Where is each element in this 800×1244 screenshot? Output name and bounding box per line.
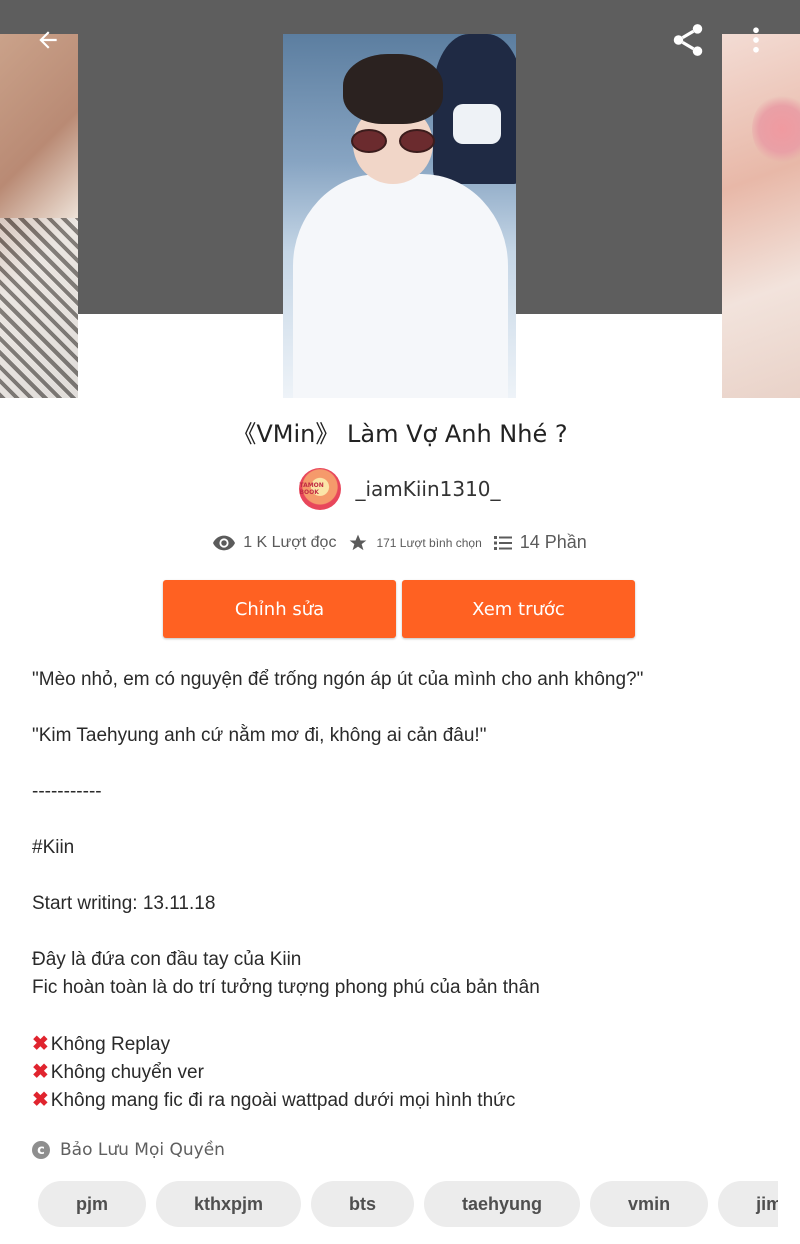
parts-count: 14 Phần (519, 532, 587, 552)
rule-text: Không Replay (50, 1034, 171, 1055)
tag-chip[interactable]: taehyung (424, 1181, 581, 1227)
eye-icon (213, 535, 236, 550)
tag-list: pjmkthxpjmbtstaehyungvminjimin (38, 1181, 778, 1227)
avatar-text: TAMON BOOK (299, 482, 324, 496)
story-cover-image[interactable] (283, 34, 516, 398)
rule-item: ✖ Không Replay (32, 1030, 772, 1058)
more-options-button[interactable] (740, 20, 772, 60)
cover-figure-mask (453, 104, 501, 144)
list-icon (493, 535, 512, 550)
more-vertical-icon (753, 27, 759, 53)
rule-text: Không mang fic đi ra ngoài wattpad dưới … (50, 1090, 516, 1111)
description-line: #Kiin (32, 837, 75, 858)
description-line: ----------- (32, 781, 102, 802)
tag-chip[interactable]: vmin (590, 1181, 709, 1227)
description-line: Fic hoàn toàn là do trí tưởng tượng phon… (32, 977, 540, 998)
preview-button[interactable]: Xem trước (402, 580, 635, 638)
description-line: Start writing: 13.11.18 (32, 893, 216, 914)
description-line: Đây là đứa con đầu tay của Kiin (32, 949, 302, 970)
cover-image-detail (752, 94, 800, 164)
cross-mark-icon: ✖ (32, 1089, 49, 1111)
description-line: "Kim Taehyung anh cứ nằm mơ đi, không ai… (32, 725, 487, 746)
cover-figure-glasses (351, 129, 437, 153)
tag-chip[interactable]: jimin (718, 1181, 778, 1227)
next-story-cover[interactable] (722, 34, 800, 398)
tag-chip[interactable]: bts (311, 1181, 415, 1227)
copyright-notice: c Bảo Lưu Mọi Quyền (32, 1140, 225, 1160)
author-name[interactable]: _iamKiin1310_ (355, 477, 500, 501)
rule-item: ✖ Không chuyển ver (32, 1058, 772, 1086)
reads-stat: 1 K Lượt đọc (213, 534, 336, 552)
tag-chip[interactable]: kthxpjm (156, 1181, 302, 1227)
cover-figure-shirt (293, 174, 508, 398)
story-stats: 1 K Lượt đọc 171 Lượt bình chọn 14 Phần (0, 532, 800, 553)
description-line: "Mèo nhỏ, em có nguyện để trống ngón áp … (32, 669, 644, 690)
rule-text: Không chuyển ver (50, 1062, 204, 1083)
author-row[interactable]: TAMON BOOK _iamKiin1310_ (0, 468, 800, 510)
share-button[interactable] (666, 18, 710, 62)
votes-stat: 171 Lượt bình chọn (348, 533, 482, 553)
votes-count: 171 Lượt bình chọn (376, 535, 482, 550)
cross-mark-icon: ✖ (32, 1061, 49, 1083)
parts-stat: 14 Phần (493, 532, 587, 553)
share-icon (673, 24, 703, 56)
rule-item: ✖ Không mang fic đi ra ngoài wattpad dưới… (32, 1086, 772, 1114)
edit-button[interactable]: Chỉnh sửa (163, 580, 396, 638)
story-description: "Mèo nhỏ, em có nguyện để trống ngón áp … (32, 666, 772, 1114)
reads-count: 1 K Lượt đọc (243, 533, 337, 551)
star-icon (350, 534, 367, 550)
previous-story-cover[interactable] (0, 34, 78, 398)
back-button[interactable] (28, 20, 68, 60)
cross-mark-icon: ✖ (32, 1033, 49, 1055)
copyright-text: Bảo Lưu Mọi Quyền (60, 1140, 225, 1160)
cover-figure-hair (343, 54, 443, 124)
story-title: 《VMin》 Làm Vợ Anh Nhé ? (232, 420, 568, 448)
arrow-left-icon (39, 31, 57, 49)
cover-image-detail (0, 218, 78, 398)
copyright-icon: c (32, 1141, 50, 1159)
tag-chip[interactable]: pjm (38, 1181, 147, 1227)
author-avatar[interactable]: TAMON BOOK (299, 468, 342, 510)
